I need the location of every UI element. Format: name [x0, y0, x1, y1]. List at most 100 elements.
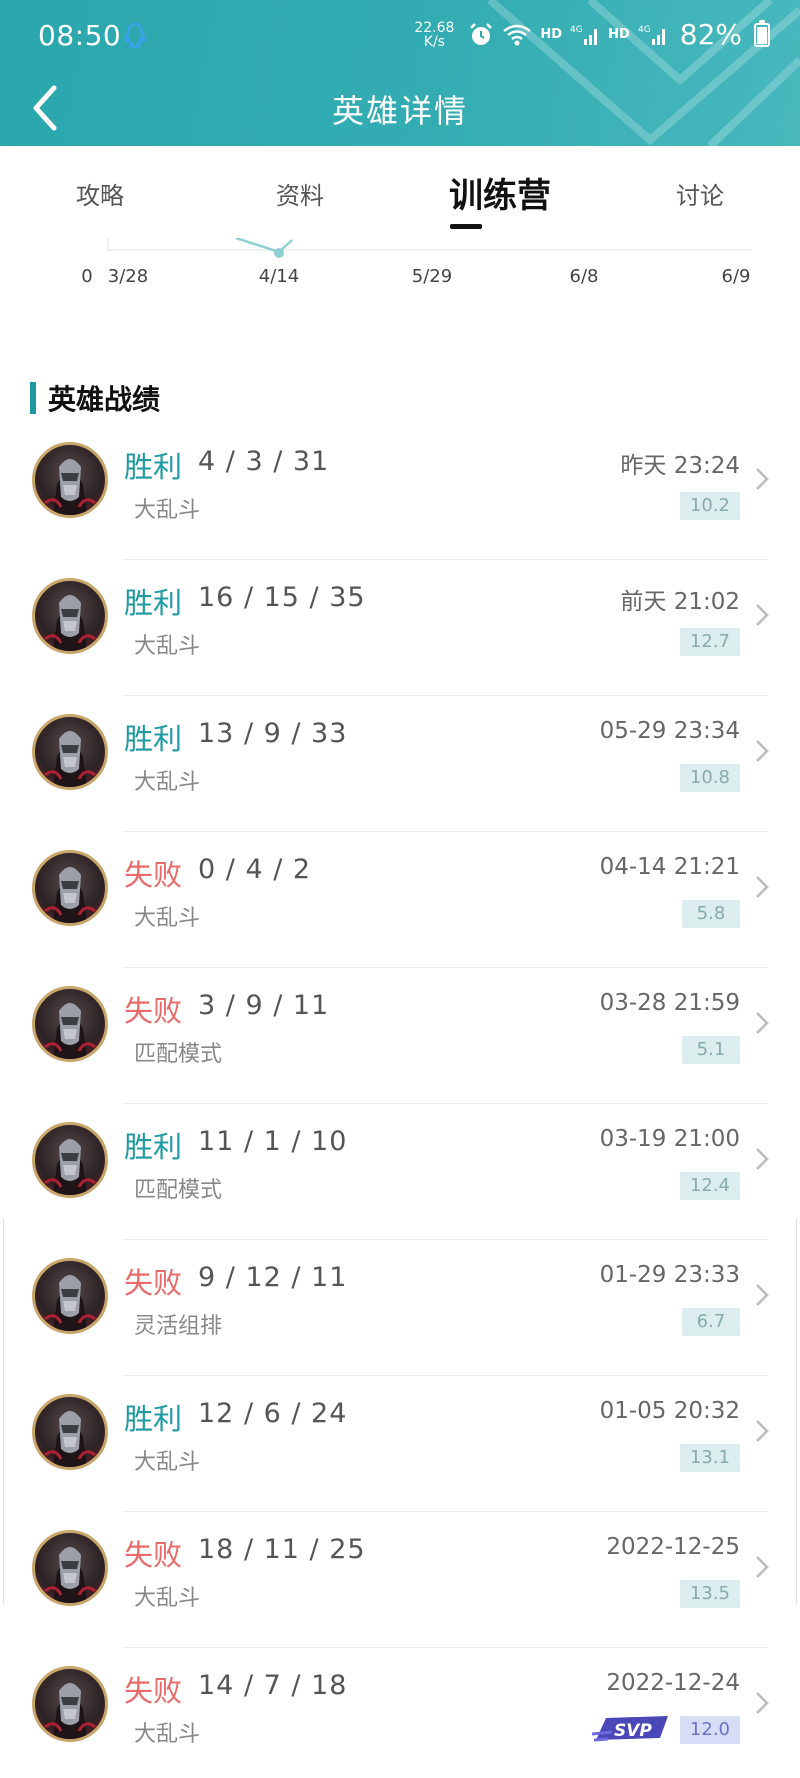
match-time: 03-28 21:59	[599, 990, 740, 1016]
match-time: 前天 21:02	[620, 589, 740, 615]
match-record-row[interactable]: 失败 14 / 7 / 18 大乱斗 2022-12-24 12.0 SVP	[0, 1648, 800, 1778]
match-time: 昨天 23:24	[620, 453, 740, 479]
match-mode: 大乱斗	[134, 1586, 201, 1611]
chevron-right-icon	[756, 1148, 769, 1170]
match-record-row[interactable]: 胜利 11 / 1 / 10 匹配模式 03-19 21:00 12.4	[0, 1104, 800, 1240]
hero-avatar	[32, 850, 108, 926]
match-score-badge: 5.8	[682, 900, 740, 928]
chevron-right-icon	[756, 1012, 769, 1034]
match-time: 01-05 20:32	[599, 1398, 740, 1424]
svg-text:SVP: SVP	[614, 1721, 652, 1741]
match-result: 胜利	[124, 450, 183, 484]
chevron-right-icon	[756, 1420, 769, 1442]
match-score-badge: 12.7	[679, 628, 740, 656]
match-kda: 14 / 7 / 18	[198, 1670, 348, 1701]
section-accent-bar	[30, 382, 36, 414]
match-mode: 大乱斗	[134, 1722, 201, 1747]
chevron-right-icon	[756, 468, 769, 490]
network-speed: 22.68 K/s	[414, 19, 455, 50]
status-time: 08:50	[38, 19, 122, 52]
scroll-indicator-right[interactable]	[796, 1218, 800, 1604]
match-record-row[interactable]: 胜利 4 / 3 / 31 大乱斗 昨天 23:24 10.2	[0, 424, 800, 560]
match-kda: 13 / 9 / 33	[198, 718, 348, 749]
match-mode: 大乱斗	[134, 906, 201, 931]
x-tick-4-14: 4/14	[258, 266, 300, 287]
chevron-right-icon	[756, 1556, 769, 1578]
match-kda: 3 / 9 / 11	[198, 990, 330, 1021]
hero-avatar	[32, 442, 108, 518]
match-record-row[interactable]: 失败 9 / 12 / 11 灵活组排 01-29 23:33 6.7	[0, 1240, 800, 1376]
match-score-badge: 12.4	[679, 1172, 740, 1200]
chevron-right-icon	[756, 876, 769, 898]
match-result: 失败	[124, 858, 183, 892]
x-tick-0: 0	[81, 266, 93, 287]
match-result: 胜利	[124, 586, 183, 620]
app-header: 08:50 22.68 K/s HD 4G HD 4G 82% 英雄详情	[0, 0, 800, 146]
match-score-badge: 10.8	[679, 764, 740, 792]
chevron-right-icon	[756, 1692, 769, 1714]
match-result: 失败	[124, 1674, 183, 1708]
chart-plot	[107, 238, 752, 258]
match-kda: 16 / 15 / 35	[198, 582, 366, 613]
section-title: 英雄战绩	[30, 380, 160, 416]
chevron-right-icon	[756, 1284, 769, 1306]
match-result: 胜利	[124, 1402, 183, 1436]
x-tick-6-9: 6/9	[721, 266, 751, 287]
tab-bar: 攻略 资料 训练营 讨论	[0, 146, 800, 238]
hero-avatar	[32, 1394, 108, 1470]
svp-badge-icon: SVP	[592, 1716, 668, 1742]
score-trend-chart: 0 3/28 4/14 5/29 6/8 6/9	[0, 238, 800, 308]
hero-avatar	[32, 1258, 108, 1334]
match-mode: 大乱斗	[134, 634, 201, 659]
match-score-badge: 10.2	[679, 492, 740, 520]
match-result: 失败	[124, 994, 183, 1028]
match-time: 04-14 21:21	[599, 854, 740, 880]
match-kda: 11 / 1 / 10	[198, 1126, 348, 1157]
match-kda: 4 / 3 / 31	[198, 446, 330, 477]
match-time: 05-29 23:34	[599, 718, 740, 744]
match-kda: 9 / 12 / 11	[198, 1262, 348, 1293]
scroll-indicator-left	[0, 1218, 4, 1604]
match-mode: 大乱斗	[134, 1450, 201, 1475]
chevron-right-icon	[756, 740, 769, 762]
match-mode: 灵活组排	[134, 1314, 223, 1339]
chart-point-4-14	[274, 248, 284, 258]
active-tab-indicator	[450, 224, 482, 229]
signal-icon-1: 4G	[570, 25, 598, 45]
match-result: 胜利	[124, 722, 183, 756]
tab-discussion[interactable]: 讨论	[676, 176, 724, 211]
tab-strategy[interactable]: 攻略	[76, 176, 124, 211]
x-tick-6-8: 6/8	[569, 266, 599, 287]
match-record-list: 胜利 4 / 3 / 31 大乱斗 昨天 23:24 10.2 胜利 16 / …	[0, 424, 800, 1778]
hd-label-1: HD	[540, 27, 563, 42]
match-record-row[interactable]: 失败 18 / 11 / 25 大乱斗 2022-12-25 13.5	[0, 1512, 800, 1648]
svg-text:4G: 4G	[570, 25, 583, 35]
match-time: 03-19 21:00	[599, 1126, 740, 1152]
match-time: 2022-12-25	[606, 1534, 740, 1560]
tab-training-camp[interactable]: 训练营	[449, 168, 551, 217]
nav-bar: 英雄详情	[0, 72, 800, 146]
match-score-badge: 13.5	[679, 1580, 740, 1608]
match-score-badge: 5.1	[682, 1036, 740, 1064]
match-score-badge: 6.7	[682, 1308, 740, 1336]
match-record-row[interactable]: 胜利 13 / 9 / 33 大乱斗 05-29 23:34 10.8	[0, 696, 800, 832]
match-mode: 匹配模式	[134, 1178, 223, 1203]
tab-info[interactable]: 资料	[276, 176, 324, 211]
match-record-row[interactable]: 胜利 16 / 15 / 35 大乱斗 前天 21:02 12.7	[0, 560, 800, 696]
match-record-row[interactable]: 失败 3 / 9 / 11 匹配模式 03-28 21:59 5.1	[0, 968, 800, 1104]
match-result: 失败	[124, 1538, 183, 1572]
section-title-text: 英雄战绩	[48, 383, 161, 416]
hero-avatar	[32, 1666, 108, 1742]
status-bar: 08:50 22.68 K/s HD 4G HD 4G 82%	[0, 0, 800, 72]
page-title: 英雄详情	[331, 92, 468, 130]
battery-percent: 82%	[679, 18, 742, 51]
match-record-row[interactable]: 失败 0 / 4 / 2 大乱斗 04-14 21:21 5.8	[0, 832, 800, 968]
x-tick-3-28: 3/28	[107, 266, 149, 287]
match-kda: 12 / 6 / 24	[198, 1398, 348, 1429]
battery-icon	[754, 19, 770, 47]
match-record-row[interactable]: 胜利 12 / 6 / 24 大乱斗 01-05 20:32 13.1	[0, 1376, 800, 1512]
hero-avatar	[32, 1530, 108, 1606]
match-result: 失败	[124, 1266, 183, 1300]
match-time: 2022-12-24	[606, 1670, 740, 1696]
qq-icon	[124, 22, 146, 48]
